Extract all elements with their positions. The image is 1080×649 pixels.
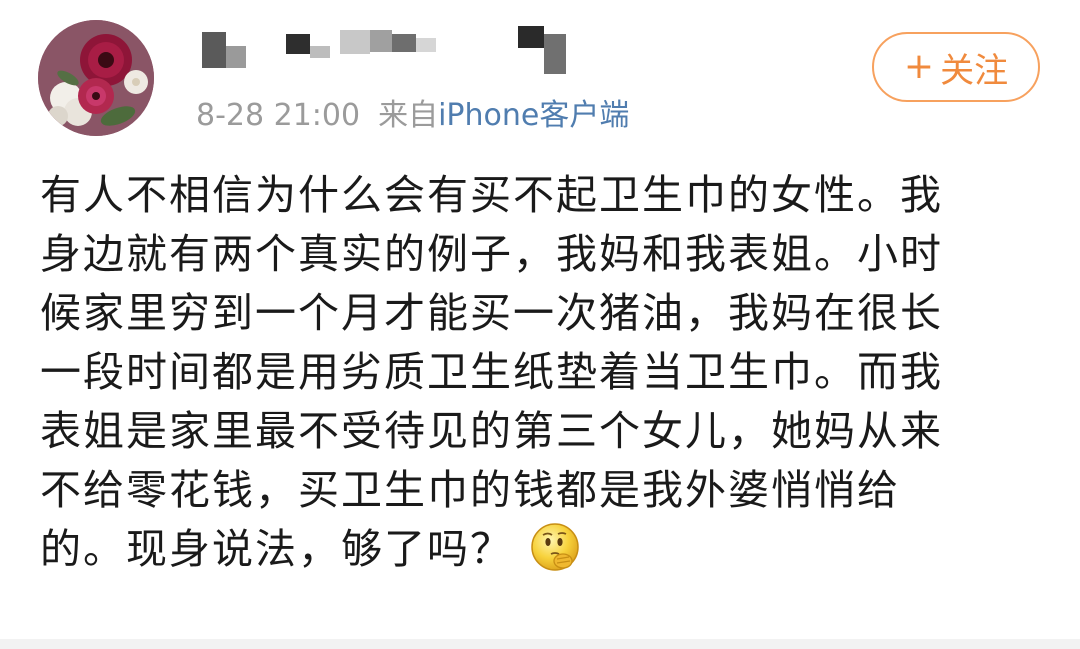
- post-content-line: 候家里穷到一个月才能买一次猪油，我妈在很长: [40, 289, 943, 337]
- source-client-link[interactable]: iPhone客户端: [438, 98, 629, 133]
- follow-label: 关注: [940, 50, 1009, 91]
- flower-avatar-icon: [38, 20, 154, 136]
- section-divider: [0, 639, 1080, 649]
- post-content: 有人不相信为什么会有买不起卫生巾的女性。我 身边就有两个真实的例子，我妈和我表姐…: [40, 166, 1040, 579]
- post-timestamp: 8-28 21:00: [196, 98, 361, 133]
- post-content-line: 表姐是家里最不受待见的第三个女儿，她妈从来: [40, 407, 943, 455]
- thinking-face-emoji-icon: [531, 523, 579, 571]
- post-meta: 8-28 21:00 来自iPhone客户端: [196, 94, 629, 138]
- post-content-line: 的。现身说法，够了吗？: [40, 525, 513, 573]
- post-content-line: 不给零花钱，买卫生巾的钱都是我外婆悄悄给: [40, 466, 900, 514]
- source-prefix: 来自: [378, 98, 439, 133]
- follow-button[interactable]: + 关注: [872, 32, 1040, 102]
- username-mosaic[interactable]: [200, 24, 580, 80]
- plus-icon: +: [903, 46, 935, 87]
- post-content-line: 身边就有两个真实的例子，我妈和我表姐。小时: [40, 230, 943, 278]
- avatar[interactable]: [38, 20, 154, 136]
- post-content-last-line: 的。现身说法，够了吗？: [40, 520, 1040, 579]
- weibo-post: 8-28 21:00 来自iPhone客户端 + 关注 有人不相信为什么会有买不起…: [0, 0, 1080, 649]
- post-content-line: 一段时间都是用劣质卫生纸垫着当卫生巾。而我: [40, 348, 943, 396]
- post-content-line: 有人不相信为什么会有买不起卫生巾的女性。我: [40, 171, 943, 219]
